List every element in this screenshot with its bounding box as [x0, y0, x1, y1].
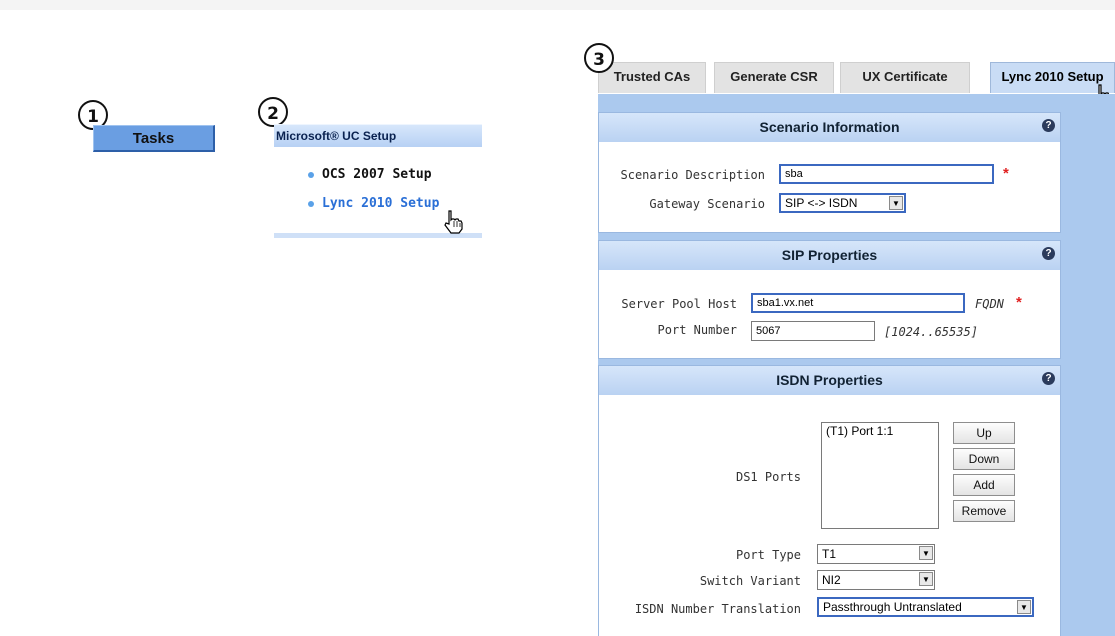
- scenario-information-header: Scenario Information ?: [599, 113, 1060, 142]
- dropdown-arrow-icon: ▼: [919, 572, 933, 586]
- remove-button[interactable]: Remove: [953, 500, 1015, 522]
- fqdn-hint: FQDN: [975, 297, 1004, 311]
- dropdown-arrow-icon: ▼: [919, 546, 933, 560]
- port-type-label: Port Type: [735, 548, 801, 562]
- ds1-ports-listbox[interactable]: (T1) Port 1:1: [821, 422, 939, 529]
- help-icon[interactable]: ?: [1042, 247, 1055, 260]
- port-number-label: Port Number: [657, 323, 737, 337]
- required-marker: *: [1016, 294, 1022, 311]
- scenario-information-section: Scenario Information ? Scenario Descript…: [598, 112, 1061, 233]
- server-pool-host-input[interactable]: sba1.vx.net: [751, 293, 965, 313]
- tab-trusted-cas[interactable]: Trusted CAs: [598, 62, 706, 93]
- step-marker-2: 2: [258, 97, 288, 127]
- bullet-icon: [308, 200, 314, 207]
- help-icon[interactable]: ?: [1042, 372, 1055, 385]
- step-marker-3: 3: [584, 43, 614, 73]
- required-marker: *: [1003, 165, 1009, 182]
- bullet-icon: [308, 171, 314, 178]
- gateway-scenario-label: Gateway Scenario: [649, 197, 765, 211]
- add-button[interactable]: Add: [953, 474, 1015, 496]
- tab-bar: Trusted CAs Generate CSR UX Certificate …: [598, 62, 1115, 94]
- top-strip: [0, 0, 1115, 10]
- tasks-button[interactable]: Tasks: [93, 125, 215, 152]
- uc-setup-title: Microsoft® UC Setup: [274, 124, 482, 147]
- ocs-2007-setup-link[interactable]: OCS 2007 Setup: [308, 167, 432, 182]
- isdn-properties-section: ISDN Properties ? DS1 Ports (T1) Port 1:…: [598, 365, 1061, 636]
- port-range-hint: [1024..65535]: [884, 325, 978, 339]
- gateway-scenario-select[interactable]: SIP <-> ISDN ▼: [779, 193, 906, 213]
- up-button[interactable]: Up: [953, 422, 1015, 444]
- switch-variant-label: Switch Variant: [699, 574, 801, 588]
- switch-variant-select[interactable]: NI2 ▼: [817, 570, 935, 590]
- scenario-description-label: Scenario Description: [620, 168, 766, 182]
- isdn-number-translation-select[interactable]: Passthrough Untranslated ▼: [817, 597, 1034, 617]
- dropdown-arrow-icon: ▼: [1017, 600, 1031, 614]
- server-pool-host-label: Server Pool Host: [621, 297, 737, 311]
- port-number-input[interactable]: 5067: [751, 321, 875, 341]
- lync-setup-panel: Scenario Information ? Scenario Descript…: [598, 94, 1115, 636]
- sip-properties-header: SIP Properties ?: [599, 241, 1060, 270]
- dropdown-arrow-icon: ▼: [889, 196, 903, 210]
- ds1-ports-label: DS1 Ports: [735, 470, 801, 484]
- help-icon[interactable]: ?: [1042, 119, 1055, 132]
- isdn-properties-header: ISDN Properties ?: [599, 366, 1060, 395]
- list-item[interactable]: (T1) Port 1:1: [826, 424, 934, 438]
- down-button[interactable]: Down: [953, 448, 1015, 470]
- lync-2010-setup-link[interactable]: Lync 2010 Setup: [308, 196, 439, 211]
- sip-properties-section: SIP Properties ? Server Pool Host sba1.v…: [598, 240, 1061, 359]
- hand-pointer-icon: [444, 210, 463, 234]
- scenario-description-input[interactable]: sba: [779, 164, 994, 184]
- tab-generate-csr[interactable]: Generate CSR: [714, 62, 834, 93]
- tab-ux-certificate[interactable]: UX Certificate: [840, 62, 970, 93]
- port-type-select[interactable]: T1 ▼: [817, 544, 935, 564]
- isdn-number-translation-label: ISDN Number Translation: [634, 602, 801, 616]
